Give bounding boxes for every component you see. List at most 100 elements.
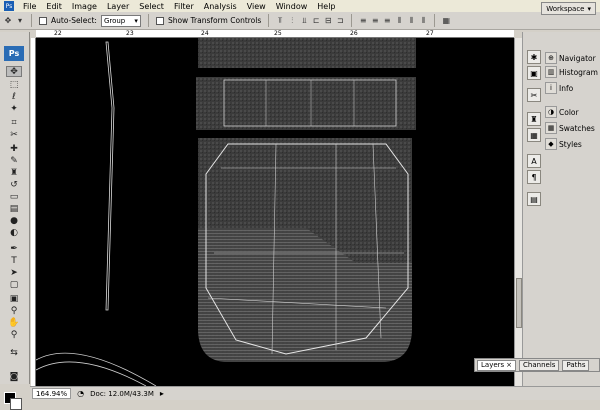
- eraser-tool-icon[interactable]: ▭: [6, 192, 22, 203]
- history-brush-icon[interactable]: ↺: [6, 180, 22, 191]
- gradient-tool-icon[interactable]: ▤: [6, 204, 22, 215]
- distribute-top-icon[interactable]: ≡: [359, 16, 367, 25]
- chevron-right-icon[interactable]: ▸: [160, 389, 164, 398]
- swatches-icon[interactable]: ▦: [545, 122, 557, 134]
- zoom-tool-icon[interactable]: ⚲: [6, 330, 22, 341]
- paragraph-icon[interactable]: ¶: [527, 170, 541, 184]
- distribute-hcenter-icon[interactable]: ⦀: [407, 16, 415, 25]
- document-canvas[interactable]: [36, 38, 514, 386]
- menu-select[interactable]: Select: [134, 2, 169, 11]
- clone-source-icon[interactable]: ♜: [527, 112, 541, 126]
- workspace-button[interactable]: Workspace ▾: [541, 2, 596, 15]
- workspace-label: Workspace: [546, 4, 585, 13]
- shape-tool-icon[interactable]: ▢: [6, 280, 22, 291]
- distribute-vcenter-icon[interactable]: ≡: [371, 16, 379, 25]
- close-icon[interactable]: ×: [506, 361, 512, 369]
- align-vcenter-icon[interactable]: ⫶: [288, 16, 296, 25]
- move-tool-icon[interactable]: ✥: [6, 66, 22, 77]
- chevron-down-icon[interactable]: ▾: [16, 16, 24, 25]
- show-transform-checkbox[interactable]: [155, 16, 164, 25]
- magic-wand-icon[interactable]: ✦: [6, 104, 22, 115]
- picture-icon[interactable]: ▣: [527, 66, 541, 80]
- divider: [434, 14, 436, 27]
- distribute-bottom-icon[interactable]: ≡: [383, 16, 391, 25]
- distribute-left-icon[interactable]: ⦀: [395, 16, 403, 25]
- status-icon[interactable]: ◔: [77, 389, 84, 398]
- status-bar: 164.94% ◔ Doc: 12.0M/43.3M ▸: [30, 386, 600, 400]
- path-select-icon[interactable]: ➤: [6, 268, 22, 279]
- align-bottom-icon[interactable]: ⫫: [300, 16, 308, 25]
- uv-thin-strip: [105, 41, 115, 311]
- menu-edit[interactable]: Edit: [41, 2, 67, 11]
- healing-brush-icon[interactable]: ✚: [6, 144, 22, 155]
- layers-panel: Layers × Channels Paths: [474, 358, 600, 372]
- clone-stamp-icon[interactable]: ♜: [6, 168, 22, 179]
- panel-navigator[interactable]: Navigator: [559, 54, 596, 63]
- pen-tool-icon[interactable]: ✒: [6, 244, 22, 255]
- hand-tool-icon[interactable]: ✋: [6, 318, 22, 329]
- type-tool-icon[interactable]: T: [6, 256, 22, 267]
- marquee-tool-icon[interactable]: ⬚: [6, 80, 22, 91]
- crop-tool-icon[interactable]: ⌗: [6, 118, 22, 129]
- align-right-icon[interactable]: ⊐: [336, 16, 344, 25]
- info-icon[interactable]: i: [545, 82, 557, 94]
- navigator-icon[interactable]: ⊕: [545, 52, 557, 64]
- panel-color[interactable]: Color: [559, 108, 579, 117]
- tab-channels[interactable]: Channels: [519, 359, 560, 371]
- vertical-scrollbar[interactable]: [514, 38, 522, 386]
- character-icon[interactable]: A: [527, 154, 541, 168]
- eyedropper-icon[interactable]: ⚲: [6, 306, 22, 317]
- canvas-artwork: [36, 38, 416, 386]
- panel-swatches[interactable]: Swatches: [559, 124, 595, 133]
- chevron-down-icon: ▾: [587, 4, 591, 13]
- show-transform-label: Show Transform Controls: [167, 16, 262, 25]
- styles-icon[interactable]: ◆: [545, 138, 557, 150]
- menu-filter[interactable]: Filter: [169, 2, 199, 11]
- ruler-number: 27: [426, 30, 434, 37]
- notes-tool-icon[interactable]: ▣: [6, 294, 22, 305]
- ruler-number: 24: [201, 30, 209, 37]
- tab-layers-label: Layers: [481, 361, 505, 369]
- align-left-icon[interactable]: ⊏: [312, 16, 320, 25]
- divider: [147, 14, 149, 27]
- panel-styles[interactable]: Styles: [559, 140, 582, 149]
- zoom-field[interactable]: 164.94%: [32, 388, 72, 399]
- menu-view[interactable]: View: [242, 2, 271, 11]
- color-icon[interactable]: ◑: [545, 106, 557, 118]
- quick-mask-icon[interactable]: ◙: [6, 372, 22, 383]
- menu-help[interactable]: Help: [312, 2, 340, 11]
- dodge-tool-icon[interactable]: ◐: [6, 228, 22, 239]
- lasso-tool-icon[interactable]: ℓ: [6, 92, 22, 103]
- brush-tool-icon[interactable]: ✎: [6, 156, 22, 167]
- panel-info[interactable]: Info: [559, 84, 573, 93]
- auto-select-dropdown[interactable]: Group ▾: [100, 14, 141, 27]
- notes-icon[interactable]: ▤: [527, 192, 541, 206]
- menu-analysis[interactable]: Analysis: [199, 2, 242, 11]
- menu-layer[interactable]: Layer: [102, 2, 134, 11]
- menu-file[interactable]: File: [18, 2, 41, 11]
- auto-select-value: Group: [103, 16, 126, 25]
- menu-bar: Ps File Edit Image Layer Select Filter A…: [0, 0, 600, 12]
- panel-histogram[interactable]: Histogram: [559, 68, 598, 77]
- auto-align-icon[interactable]: ▦: [442, 16, 451, 25]
- tab-paths[interactable]: Paths: [562, 359, 590, 371]
- slice-tool-icon[interactable]: ✂: [6, 130, 22, 141]
- histogram-icon[interactable]: ▥: [545, 66, 557, 78]
- blur-tool-icon[interactable]: ●: [6, 216, 22, 227]
- swap-colors-icon[interactable]: ⇆: [6, 348, 22, 359]
- layer-comps-icon[interactable]: ▦: [527, 128, 541, 142]
- ruler-number: 23: [126, 30, 134, 37]
- auto-select-label: Auto-Select:: [51, 16, 97, 25]
- brush-preset-icon[interactable]: ✱: [527, 50, 541, 64]
- distribute-right-icon[interactable]: ⦀: [419, 16, 427, 25]
- align-hcenter-icon[interactable]: ⊟: [324, 16, 332, 25]
- menu-image[interactable]: Image: [67, 2, 102, 11]
- top-ruler: 22 23 24 25 26 27: [36, 30, 514, 38]
- menu-window[interactable]: Window: [271, 2, 313, 11]
- tools-icon[interactable]: ✂: [527, 88, 541, 102]
- auto-select-checkbox[interactable]: [39, 16, 47, 25]
- tab-layers[interactable]: Layers ×: [477, 359, 517, 371]
- options-bar: ✥ ▾ Auto-Select: Group ▾ Show Transform …: [0, 12, 600, 30]
- move-tool-icon[interactable]: ✥: [4, 16, 12, 25]
- align-top-icon[interactable]: ⫪: [276, 16, 284, 25]
